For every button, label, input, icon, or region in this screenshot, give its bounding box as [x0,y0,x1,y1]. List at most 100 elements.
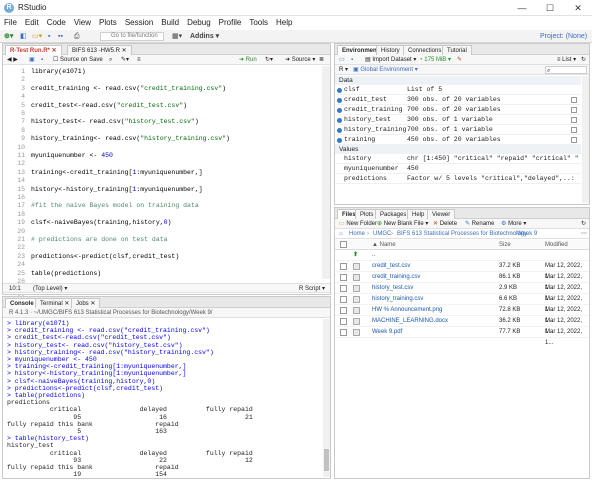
file-row[interactable]: credit_test.csv 37.2 KB Mar 12, 2022, 1... [335,261,589,280]
open-file-icon[interactable]: ▭▾ [32,32,42,41]
menu-profile[interactable]: Profile [215,16,246,30]
scope-selector[interactable]: (Top Level) ▾ [33,284,67,294]
print-icon[interactable]: ⎙ [74,32,80,41]
file-checkbox[interactable] [340,285,347,292]
show-in-window-icon[interactable]: ▣ [29,55,35,65]
outline-icon[interactable]: ≣ [319,55,324,65]
size-column-header[interactable]: Size [499,240,511,250]
environment-data-row[interactable]: clsf List of 5 [335,85,581,95]
name-column-header[interactable]: ▲ Name [372,240,396,250]
file-name-link[interactable]: HW % Announcement.png [372,305,442,316]
minimize-button[interactable]: — [508,0,536,16]
menu-code[interactable]: Code [43,16,70,30]
environment-data-row[interactable]: history_training 700 obs. of 1 variable [335,125,581,135]
file-row[interactable]: Week 9.pdf 77.7 KB Mar 12, 2022, 1... [335,327,589,346]
save-workspace-icon[interactable]: ▪ [351,55,353,65]
breadcrumb-week9[interactable]: Week 9 [517,229,537,239]
editor-scrollbar[interactable] [322,66,330,279]
console-output[interactable]: > library(e1071) > credit_training <- rea… [7,320,321,476]
file-row[interactable]: history_test.csv 2.9 KB Mar 12, 2022, 1... [335,283,589,302]
menu-view[interactable]: View [70,16,95,30]
source-button[interactable]: ➜ Source ▾ [285,55,315,65]
environment-data-row[interactable]: history_test 300 obs. of 1 variable [335,115,581,125]
filetype-selector[interactable]: R Script ▾ [299,284,325,294]
tab-packages[interactable]: Packages [375,209,412,219]
tab-history[interactable]: History [376,45,405,55]
breadcrumb-home[interactable]: Home [349,229,365,239]
tab-tutorial[interactable]: Tutorial [442,45,472,55]
file-checkbox[interactable] [340,329,347,336]
more-button[interactable]: ⚙ More ▾ [501,219,526,229]
view-table-icon[interactable] [571,107,577,113]
run-button[interactable]: ➜ Run [239,55,257,65]
environment-data-row[interactable]: training 450 obs. of 20 variables [335,135,581,145]
menu-help[interactable]: Help [272,16,296,30]
console-scrollbar[interactable] [323,319,330,477]
select-all-checkbox[interactable] [340,241,347,248]
rename-button[interactable]: ✎ Rename [465,219,494,229]
breadcrumb-umgc[interactable]: UMGC [373,229,391,239]
compile-report-icon[interactable]: ≡ [137,55,141,65]
view-mode-selector[interactable]: ≡ List ▾ [557,55,576,65]
broom-icon[interactable]: ✎ [457,55,462,65]
menu-plots[interactable]: Plots [95,16,121,30]
save-all-icon[interactable]: ▪▪ [58,32,63,41]
refresh-icon[interactable]: ↻ [581,55,586,65]
home-icon[interactable]: ⌂ [339,229,343,239]
save-icon[interactable]: ▪ [48,32,50,41]
close-button[interactable]: ✕ [564,0,592,16]
file-row[interactable]: HW % Announcement.png 72.8 KB Mar 12, 2022… [335,305,589,324]
workspace-panes-icon[interactable]: ▦▾ [172,32,182,41]
code-tools-icon[interactable]: ✎▾ [121,55,129,65]
menu-build[interactable]: Build [157,16,183,30]
addins-button[interactable]: Addins ▾ [190,32,219,41]
file-row[interactable]: credit_training.csv 86.1 KB Mar 12, 2022, … [335,272,589,291]
file-name-link[interactable]: Week 9.pdf [372,327,402,338]
view-table-icon[interactable] [571,97,577,103]
project-menu[interactable]: Project: (None) ▾ [540,32,592,49]
modified-column-header[interactable]: Modified [545,240,568,250]
parent-folder-row[interactable]: ⬆ .. [335,250,589,261]
file-row[interactable]: history_training.csv 6.6 KB Mar 12, 2022, … [335,294,589,313]
file-checkbox[interactable] [340,296,347,303]
file-name-link[interactable]: MACHINE_LEARNING.docx [372,316,448,327]
refresh-files-icon[interactable]: ↻ [581,219,586,229]
source-on-save-checkbox[interactable]: ☐ Source on Save [53,55,103,65]
view-table-icon[interactable] [571,117,577,123]
rerun-icon[interactable]: ↻▾ [265,55,273,65]
file-row[interactable]: MACHINE_LEARNING.docx 36.2 KB Mar 12, 2022… [335,316,589,335]
file-checkbox[interactable] [340,318,347,325]
file-checkbox[interactable] [340,274,347,281]
file-name-link[interactable]: credit_test.csv [372,261,410,272]
file-checkbox[interactable] [340,307,347,314]
tab-jobs[interactable]: Jobs ✕ [71,298,101,308]
delete-button[interactable]: ✕ Delete [433,219,457,229]
tab-console[interactable]: Console [5,298,39,308]
language-selector[interactable]: R ▾ [339,65,348,75]
view-table-icon[interactable] [571,137,577,143]
environment-search-input[interactable]: ⌕ [545,66,587,74]
view-table-icon[interactable] [571,127,577,133]
menu-edit[interactable]: Edit [21,16,43,30]
file-name-link[interactable]: credit_training.csv [372,272,420,283]
environment-scrollbar[interactable] [582,76,589,203]
maximize-button[interactable]: ☐ [536,0,564,16]
save-file-icon[interactable]: ▪ [41,55,43,65]
file-name-link[interactable]: history_test.csv [372,283,413,294]
search-icon[interactable]: ⌕ [109,55,112,65]
environment-data-row[interactable]: credit_test 300 obs. of 20 variables [335,95,581,105]
new-file-icon[interactable]: ⊕▾ [4,32,13,41]
file-checkbox[interactable] [340,263,347,270]
breadcrumb-course[interactable]: BIFS 613 Statistical Processes for Biote… [397,229,527,239]
tab-connections[interactable]: Connections [403,45,447,55]
menu-tools[interactable]: Tools [245,16,272,30]
file-name-link[interactable]: history_training.csv [372,294,423,305]
environment-data-row[interactable]: credit_training 700 obs. of 20 variables [335,105,581,115]
memory-usage[interactable]: ◔ 175 MiB ▾ [419,55,451,65]
new-folder-button[interactable]: ▭ New Folder [339,219,377,229]
menu-debug[interactable]: Debug [183,16,215,30]
tab-r-test-run[interactable]: R-Test Run.R* ✕ [5,45,62,55]
console-scroll-thumb[interactable] [324,449,329,471]
environment-value-row[interactable]: myuniquenumber 450 [335,164,581,174]
global-environment-selector[interactable]: ▣ Global Environment ▾ [353,65,418,75]
